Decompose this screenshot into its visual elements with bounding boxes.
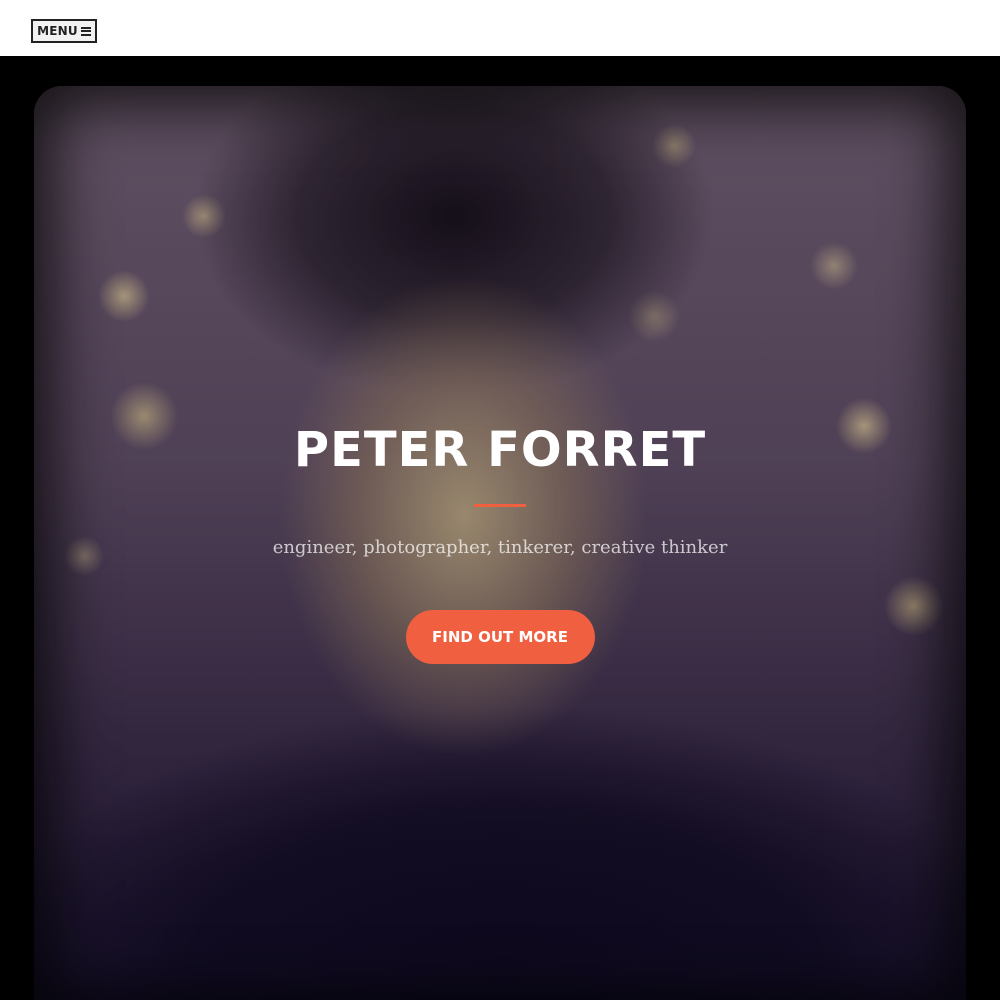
- hamburger-icon: [80, 26, 91, 36]
- hero-title: PETER FORRET: [293, 422, 707, 478]
- menu-button[interactable]: MENU: [31, 19, 97, 43]
- find-out-more-button[interactable]: FIND OUT MORE: [405, 610, 595, 664]
- hero-content: PETER FORRET engineer, photographer, tin…: [0, 426, 1000, 664]
- hero-subtitle: engineer, photographer, tinkerer, creati…: [272, 537, 728, 558]
- top-navbar: MENU: [0, 0, 1000, 56]
- menu-label: MENU: [37, 24, 78, 38]
- title-divider: [474, 504, 526, 507]
- hero-section: PETER FORRET engineer, photographer, tin…: [0, 56, 1000, 1000]
